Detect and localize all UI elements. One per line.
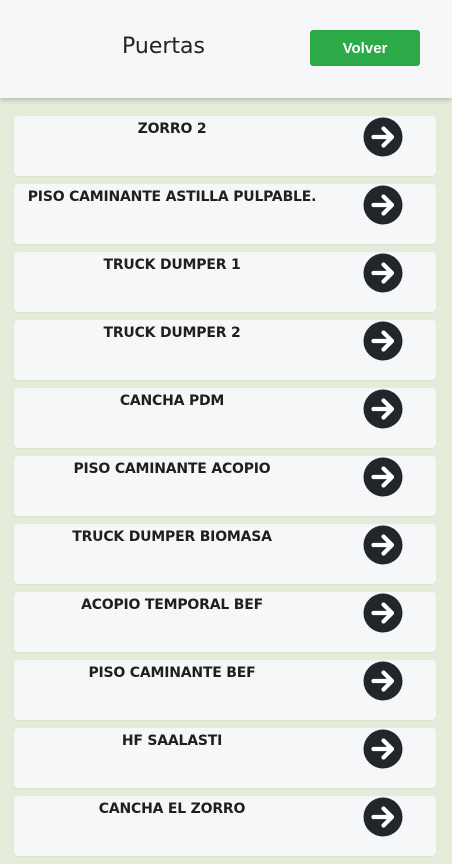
- door-list-item[interactable]: TRUCK DUMPER BIOMASA: [14, 524, 436, 584]
- door-list-item[interactable]: HF SAALASTI: [14, 728, 436, 788]
- door-name: ACOPIO TEMPORAL BEF: [81, 597, 263, 613]
- page-title: Puertas: [122, 34, 205, 59]
- door-list-item[interactable]: PISO CAMINANTE BEF: [14, 660, 436, 720]
- arrow-right-circle-icon[interactable]: [363, 117, 403, 157]
- door-name: TRUCK DUMPER BIOMASA: [72, 529, 272, 545]
- door-list-item[interactable]: CANCHA PDM: [14, 388, 436, 448]
- door-list-item[interactable]: CANCHA EL ZORRO: [14, 796, 436, 856]
- back-button[interactable]: Volver: [310, 30, 420, 66]
- door-name: ZORRO 2: [137, 121, 207, 137]
- arrow-right-circle-icon[interactable]: [363, 185, 403, 225]
- door-name: PISO CAMINANTE ASTILLA PULPABLE.: [27, 189, 317, 205]
- arrow-right-circle-icon[interactable]: [363, 321, 403, 361]
- arrow-right-circle-icon[interactable]: [363, 389, 403, 429]
- door-list-item[interactable]: TRUCK DUMPER 2: [14, 320, 436, 380]
- door-name: CANCHA PDM: [119, 393, 225, 409]
- door-list: ZORRO 2 PISO CAMINANTE ASTILLA PULPABLE. T…: [14, 116, 436, 864]
- door-name: PISO CAMINANTE BEF: [88, 665, 256, 681]
- door-list-item[interactable]: PISO CAMINANTE ASTILLA PULPABLE.: [14, 184, 436, 244]
- door-list-item[interactable]: PISO CAMINANTE ACOPIO: [14, 456, 436, 516]
- arrow-right-circle-icon[interactable]: [363, 525, 403, 565]
- arrow-right-circle-icon[interactable]: [363, 661, 403, 701]
- door-list-item[interactable]: ACOPIO TEMPORAL BEF: [14, 592, 436, 652]
- door-list-item[interactable]: TRUCK DUMPER 1: [14, 252, 436, 312]
- door-name: TRUCK DUMPER 1: [103, 257, 241, 273]
- arrow-right-circle-icon[interactable]: [363, 797, 403, 837]
- door-name: TRUCK DUMPER 2: [103, 325, 241, 341]
- app-header: Puertas Volver: [0, 0, 452, 98]
- arrow-right-circle-icon[interactable]: [363, 457, 403, 497]
- door-name: CANCHA EL ZORRO: [98, 801, 246, 817]
- door-name: PISO CAMINANTE ACOPIO: [73, 461, 271, 477]
- arrow-right-circle-icon[interactable]: [363, 593, 403, 633]
- door-list-item[interactable]: ZORRO 2: [14, 116, 436, 176]
- door-name: HF SAALASTI: [121, 733, 223, 749]
- arrow-right-circle-icon[interactable]: [363, 253, 403, 293]
- arrow-right-circle-icon[interactable]: [363, 729, 403, 769]
